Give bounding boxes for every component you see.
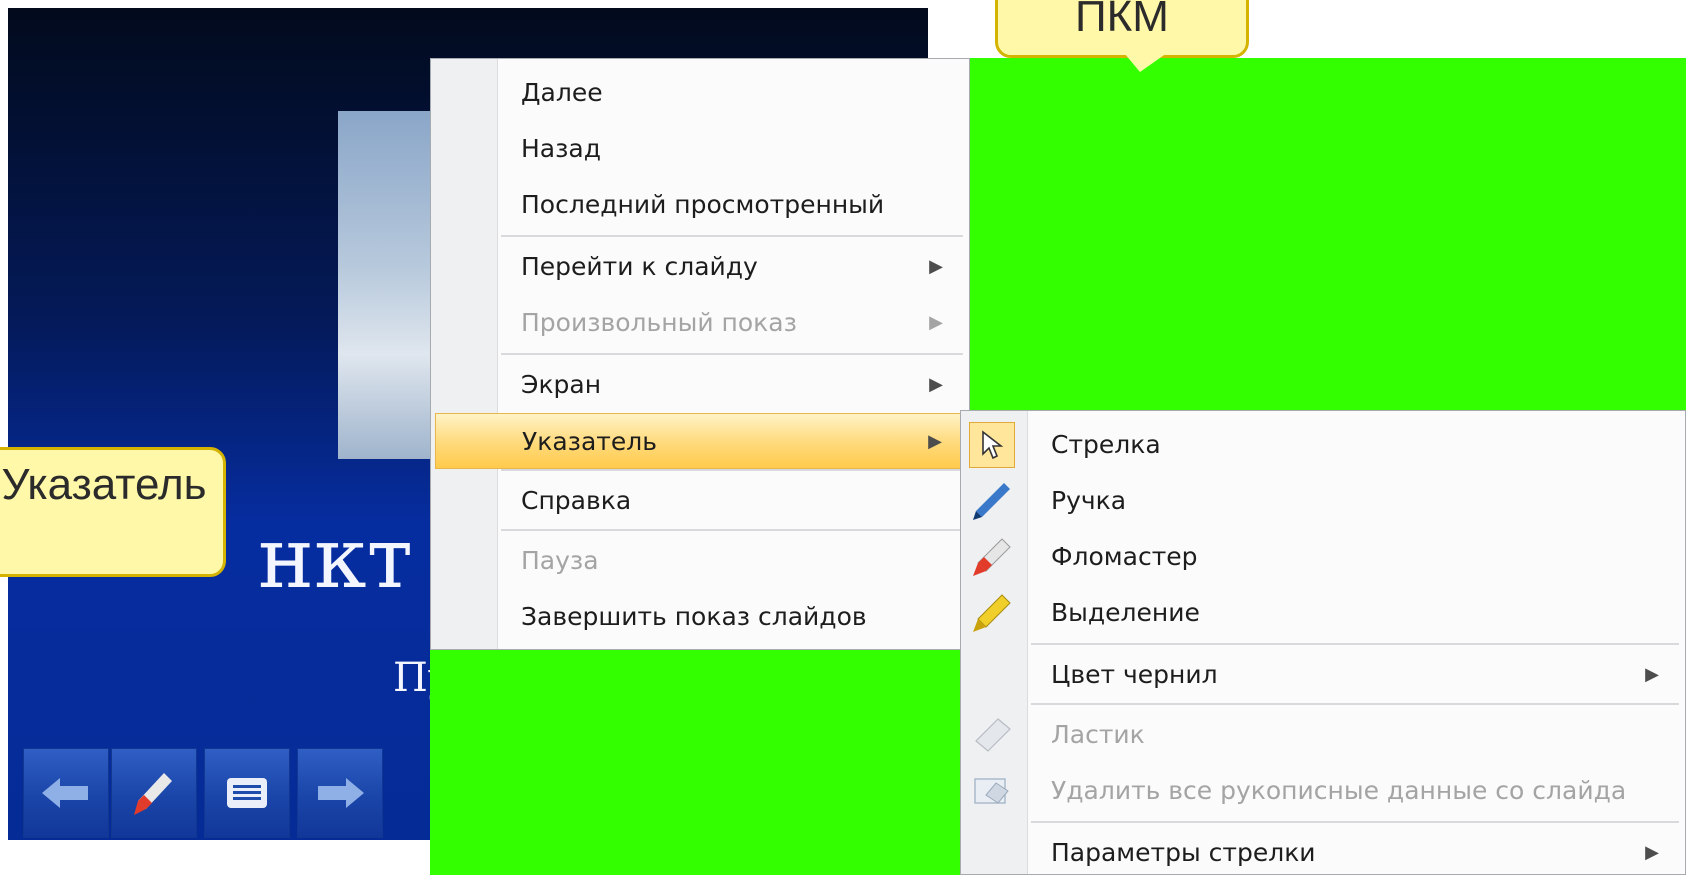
arrow-right-icon — [318, 778, 364, 808]
menu-item-last-viewed[interactable]: Последний просмотренный — [431, 177, 969, 233]
slide-title: нкт — [258, 509, 413, 607]
menu-item-custom-show: Произвольный показ ▶ — [431, 295, 969, 351]
submenu-item-felt-tip[interactable]: Фломастер — [961, 529, 1685, 585]
green-overlay-top — [967, 58, 1686, 410]
submenu-item-arrow-options[interactable]: Параметры стрелки ▶ — [961, 825, 1685, 881]
pen-tool-button[interactable] — [111, 748, 197, 838]
menu-button[interactable] — [204, 748, 290, 838]
menu-list-icon — [227, 778, 267, 808]
menu-item-label: Завершить показ слайдов — [521, 602, 867, 631]
submenu-arrow-icon: ▶ — [929, 312, 943, 333]
clear-ink-icon — [969, 768, 1015, 814]
submenu-item-label: Выделение — [1051, 598, 1200, 627]
submenu-item-eraser: Ластик — [961, 707, 1685, 763]
menu-item-back[interactable]: Назад — [431, 121, 969, 177]
pen-icon — [134, 773, 172, 815]
submenu-item-pen[interactable]: Ручка — [961, 473, 1685, 529]
menu-separator — [501, 235, 963, 237]
menu-separator — [1031, 821, 1679, 823]
submenu-item-ink-color[interactable]: Цвет чернил ▶ — [961, 647, 1685, 703]
submenu-item-arrow[interactable]: Стрелка — [961, 417, 1685, 473]
submenu-item-label: Удалить все рукописные данные со слайда — [1051, 776, 1627, 805]
submenu-item-label: Цвет чернил — [1051, 660, 1218, 689]
highlighter-icon — [969, 590, 1015, 636]
submenu-arrow-icon: ▶ — [929, 256, 943, 277]
menu-item-next[interactable]: Далее — [431, 65, 969, 121]
menu-item-label: Указатель — [522, 427, 657, 456]
next-slide-button[interactable] — [297, 748, 383, 838]
callout-pointer: Указатель — [0, 447, 226, 577]
submenu-item-highlighter[interactable]: Выделение — [961, 585, 1685, 641]
menu-item-screen[interactable]: Экран ▶ — [431, 357, 969, 413]
menu-item-label: Перейти к слайду — [521, 252, 758, 281]
callout-tail — [1120, 48, 1174, 72]
submenu-arrow-icon: ▶ — [928, 431, 942, 452]
menu-separator — [501, 353, 963, 355]
submenu-arrow-icon: ▶ — [1645, 664, 1659, 685]
submenu-item-clear-ink: Удалить все рукописные данные со слайда — [961, 763, 1685, 819]
eraser-icon — [969, 712, 1015, 758]
menu-item-label: Произвольный показ — [521, 308, 797, 337]
previous-slide-button[interactable] — [23, 748, 109, 838]
pen-icon — [969, 478, 1015, 524]
arrow-left-icon — [42, 778, 88, 808]
submenu-arrow-icon: ▶ — [1645, 842, 1659, 863]
menu-separator — [501, 529, 963, 531]
submenu-arrow-icon: ▶ — [929, 374, 943, 395]
submenu-item-label: Параметры стрелки — [1051, 838, 1316, 867]
submenu-item-label: Фломастер — [1051, 542, 1198, 571]
green-overlay-bottom — [430, 650, 960, 875]
context-menu: Далее Назад Последний просмотренный Пере… — [430, 58, 970, 650]
submenu-item-label: Стрелка — [1051, 430, 1161, 459]
menu-item-go-to-slide[interactable]: Перейти к слайду ▶ — [431, 239, 969, 295]
menu-item-label: Пауза — [521, 546, 599, 575]
menu-item-pointer[interactable]: Указатель ▶ — [435, 413, 965, 469]
menu-item-label: Далее — [521, 78, 603, 107]
menu-item-pause: Пауза — [431, 533, 969, 589]
felt-tip-icon — [969, 534, 1015, 580]
menu-item-label: Экран — [521, 370, 602, 399]
submenu-item-label: Ручка — [1051, 486, 1127, 515]
arrow-cursor-icon — [969, 422, 1015, 468]
menu-item-end-show[interactable]: Завершить показ слайдов — [431, 589, 969, 645]
menu-item-label: Назад — [521, 134, 602, 163]
menu-separator — [501, 469, 963, 471]
menu-item-help[interactable]: Справка — [431, 473, 969, 529]
menu-item-label: Последний просмотренный — [521, 190, 885, 219]
pointer-submenu: Стрелка Ручка Фломастер Выделение Цвет ч… — [960, 410, 1686, 875]
submenu-item-label: Ластик — [1051, 720, 1145, 749]
menu-item-label: Справка — [521, 486, 632, 515]
menu-separator — [1031, 703, 1679, 705]
menu-separator — [1031, 643, 1679, 645]
